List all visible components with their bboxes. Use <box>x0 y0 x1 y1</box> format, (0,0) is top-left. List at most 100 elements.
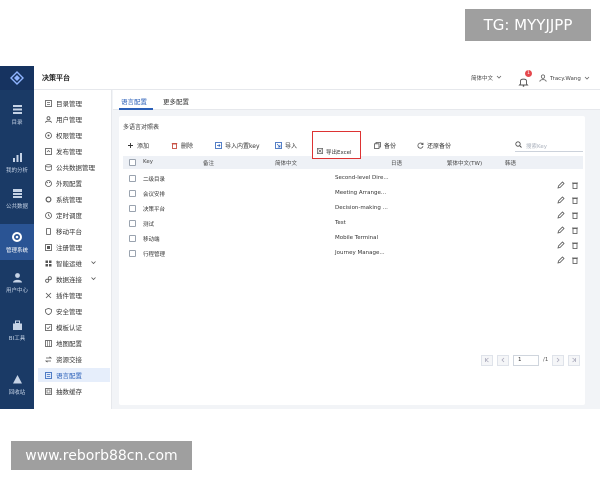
sidebar-item-mobile-platform[interactable]: 移动平台 <box>38 224 110 238</box>
table-row[interactable]: 移动端 Mobile Terminal <box>123 231 583 249</box>
export-excel-menu-item[interactable]: 导出Excel <box>317 148 352 156</box>
restore-backup-button[interactable]: 还原备份 <box>417 141 451 150</box>
trash-icon <box>171 142 178 149</box>
sidebar-item-resource-handover[interactable]: 资源交接 <box>38 352 110 366</box>
rail-item-user-center[interactable]: 用户中心 <box>0 264 34 300</box>
search-field[interactable]: 搜索Key <box>515 140 583 152</box>
publish-icon <box>44 147 52 155</box>
user-icon <box>10 270 24 284</box>
trash-icon[interactable] <box>571 174 579 189</box>
sidebar-item-catalog-management[interactable]: 目录管理 <box>38 96 110 110</box>
user-menu[interactable]: Tracy.Wang <box>539 74 590 84</box>
table-row[interactable]: 决策平台 Decision-making ... <box>123 201 583 219</box>
backup-button[interactable]: 备份 <box>374 141 396 150</box>
trash-icon[interactable] <box>571 204 579 219</box>
trash-icon[interactable] <box>571 234 579 249</box>
sidebar-item-label: 系统管理 <box>56 196 82 204</box>
sidebar-item-label: 数据连接 <box>56 276 82 284</box>
sidebar-item-registration[interactable]: 注册管理 <box>38 240 110 254</box>
sidebar-item-public-data-management[interactable]: 公共数据管理 <box>38 160 110 174</box>
catalog-icon <box>10 102 24 116</box>
row-checkbox[interactable] <box>129 235 136 242</box>
edit-icon[interactable] <box>557 189 565 204</box>
sidebar-item-security-management[interactable]: 安全管理 <box>38 304 110 318</box>
panel-title: 多语言对照表 <box>123 124 160 131</box>
column-header-simplified-chinese: 简体中文 <box>275 161 298 167</box>
add-button[interactable]: 添加 <box>127 141 149 150</box>
tab-language-config[interactable]: 语言配置 <box>121 96 147 106</box>
rail-item-management[interactable]: 管理系统 <box>0 224 34 260</box>
tab-active-indicator <box>119 108 153 110</box>
rail-item-label: 用户中心 <box>5 288 28 294</box>
cell-english: Decision-making ... <box>335 205 388 211</box>
table-row[interactable]: 二级目录 Second-level Dire... <box>123 171 583 189</box>
watermark-bottom: www.reborb88cn.com <box>11 441 192 470</box>
edit-icon[interactable] <box>557 204 565 219</box>
edit-icon[interactable] <box>557 234 565 249</box>
sidebar-item-label: 目录管理 <box>56 100 82 108</box>
prev-page-button[interactable] <box>497 354 509 366</box>
edit-icon[interactable] <box>557 219 565 234</box>
sidebar-item-language-config[interactable]: 语言配置 <box>38 368 110 382</box>
rail-item-catalog[interactable]: 目录 <box>0 96 34 132</box>
sidebar-item-publish-management[interactable]: 发布管理 <box>38 144 110 158</box>
trash-icon[interactable] <box>571 189 579 204</box>
map-icon <box>44 339 52 347</box>
table-row[interactable]: 会议安排 Meeting Arrange... <box>123 186 583 204</box>
search-placeholder: 搜索Key <box>526 143 547 150</box>
recycle-icon <box>10 372 24 386</box>
cell-english: Test <box>335 220 346 226</box>
trash-icon[interactable] <box>571 249 579 264</box>
import-builtin-key-button[interactable]: 导入内置key <box>215 141 260 150</box>
row-checkbox[interactable] <box>129 205 136 212</box>
delete-button[interactable]: 删除 <box>171 141 193 150</box>
nav-rail: 目录 我的分析 公共数据 管理系统 用户中心 BI工具 回收站 <box>0 66 34 409</box>
tab-more-config[interactable]: 更多配置 <box>163 96 189 106</box>
sidebar-item-system-management[interactable]: 系统管理 <box>38 192 110 206</box>
row-checkbox[interactable] <box>129 190 136 197</box>
import-button[interactable]: 导入 <box>275 141 297 150</box>
select-all-checkbox[interactable] <box>129 159 136 166</box>
edit-icon[interactable] <box>557 249 565 264</box>
watermark-top: TG: MYYJJPP <box>465 9 591 41</box>
sidebar-item-template-certification[interactable]: 模板认证 <box>38 320 110 334</box>
last-page-button[interactable] <box>568 354 581 366</box>
rail-item-bi-tools[interactable]: BI工具 <box>0 312 34 348</box>
rail-item-recycle[interactable]: 回收站 <box>0 366 34 402</box>
app-logo-icon[interactable] <box>0 66 34 90</box>
user-icon <box>539 74 547 84</box>
sidebar-item-extract-cache[interactable]: 抽数缓存 <box>38 384 110 398</box>
trash-icon[interactable] <box>571 219 579 234</box>
exchange-icon <box>44 355 52 363</box>
table-row[interactable]: 测试 Test <box>123 216 583 234</box>
page-number-input[interactable]: 1 <box>513 354 539 366</box>
rail-item-my-analysis[interactable]: 我的分析 <box>0 144 34 180</box>
sidebar-item-label: 插件管理 <box>56 292 82 300</box>
sidebar-item-permission-management[interactable]: 权限管理 <box>38 128 110 142</box>
sidebar-item-plugin-management[interactable]: 插件管理 <box>38 288 110 302</box>
rail-item-public-data[interactable]: 公共数据 <box>0 180 34 216</box>
tab-bar: 语言配置 更多配置 <box>113 90 600 110</box>
sidebar-item-intelligent-ops[interactable]: 智能运维 <box>38 256 110 270</box>
database-icon <box>44 163 52 171</box>
row-checkbox[interactable] <box>129 250 136 257</box>
first-page-button[interactable] <box>481 354 493 366</box>
top-bar: 决策平台 简体中文 1 Tracy.Wang <box>34 66 600 90</box>
sidebar-item-label: 语言配置 <box>56 372 82 380</box>
sidebar-item-label: 发布管理 <box>56 148 82 156</box>
edit-icon[interactable] <box>557 174 565 189</box>
sidebar-item-scheduling[interactable]: 定时调度 <box>38 208 110 222</box>
chevron-down-icon <box>90 259 98 267</box>
row-checkbox[interactable] <box>129 220 136 227</box>
sidebar-item-label: 安全管理 <box>56 308 82 316</box>
page-total: /1 <box>543 357 549 363</box>
language-switch[interactable]: 简体中文 <box>471 74 502 82</box>
table-row[interactable]: 行程管理 Journey Manage... <box>123 246 583 264</box>
row-checkbox[interactable] <box>129 175 136 182</box>
rail-item-label: BI工具 <box>8 336 26 342</box>
sidebar-item-data-connection[interactable]: 数据连接 <box>38 272 110 286</box>
sidebar-item-map-config[interactable]: 地图配置 <box>38 336 110 350</box>
next-page-button[interactable] <box>552 354 565 366</box>
sidebar-item-appearance[interactable]: 外观配置 <box>38 176 110 190</box>
sidebar-item-user-management[interactable]: 用户管理 <box>38 112 110 126</box>
